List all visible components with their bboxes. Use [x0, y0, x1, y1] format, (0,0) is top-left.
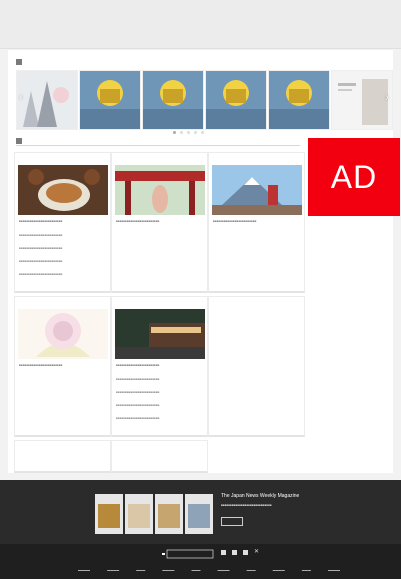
arrow-next-icon[interactable]: › — [382, 92, 392, 104]
footer-link[interactable]: ▬▬▬▬ — [162, 568, 174, 572]
card-lead-text[interactable]: ■■■■■■■■■■■■■■■■■■■■■■■■ — [19, 219, 107, 223]
section-divider — [16, 145, 300, 146]
carousel-slide[interactable] — [205, 70, 267, 130]
footer-link[interactable]: ▬▬▬ — [247, 568, 256, 572]
footer-link[interactable]: ▬▬▬ — [136, 568, 145, 572]
twitter-icon[interactable] — [232, 550, 237, 555]
footer-link[interactable]: ▬▬▬▬ — [107, 568, 119, 572]
carousel-dot[interactable] — [200, 131, 204, 134]
category-card[interactable] — [208, 296, 305, 437]
slide-image — [206, 71, 266, 129]
footer-link[interactable]: ▬▬▬ — [191, 568, 200, 572]
site-logo[interactable] — [162, 549, 214, 561]
subscribe-title: The Japan News Weekly Magazine — [221, 493, 300, 499]
footer-link[interactable]: ▬▬▬▬ — [218, 568, 230, 572]
card-item[interactable]: ■■■■■■■■■■■■■■■■■■■■■■■■ — [19, 259, 107, 263]
card-lead-text[interactable]: ■■■■■■■■■■■■■■■■■■■■■■■■ — [213, 219, 301, 223]
carousel-slide[interactable] — [79, 70, 141, 130]
category-card[interactable]: ■■■■■■■■■■■■■■■■■■■■■■■■ ■■■■■■■■■■■■■■■… — [14, 152, 111, 293]
carousel-dot[interactable] — [193, 131, 197, 134]
instagram-icon[interactable] — [243, 550, 248, 555]
footer-nav: ▬▬▬▬ ▬▬▬▬ ▬▬▬ ▬▬▬▬ ▬▬▬ ▬▬▬▬ ▬▬▬ ▬▬▬▬ ▬▬▬… — [78, 568, 340, 572]
magazine-cover[interactable] — [155, 494, 183, 534]
x-icon[interactable]: ✕ — [254, 549, 259, 555]
card-lead-text[interactable]: ■■■■■■■■■■■■■■■■■■■■■■■■ — [116, 363, 204, 367]
magazine-cover[interactable] — [185, 494, 213, 534]
card-item[interactable]: ■■■■■■■■■■■■■■■■■■■■■■■■ — [116, 390, 204, 394]
advertisement-banner[interactable]: AD — [308, 138, 400, 216]
category-card[interactable]: ■■■■■■■■■■■■■■■■■■■■■■■■ — [208, 152, 305, 293]
category-card[interactable]: ■■■■■■■■■■■■■■■■■■■■■■■■ — [14, 296, 111, 437]
footer-link[interactable]: ▬▬▬▬ — [328, 568, 340, 572]
slide-image — [269, 71, 329, 129]
magazine-cover[interactable] — [95, 494, 123, 534]
social-links: ✕ — [221, 549, 259, 555]
carousel-slide[interactable] — [268, 70, 330, 130]
subscribe-button[interactable] — [221, 517, 243, 526]
magazine-cover[interactable] — [125, 494, 153, 534]
card-item[interactable]: ■■■■■■■■■■■■■■■■■■■■■■■■ — [116, 377, 204, 381]
card-image[interactable] — [18, 165, 108, 215]
subscribe-description: ■■■■■■■■■■■■■■■■■■■■■■■■■■■■ — [221, 503, 272, 507]
card-lead-text[interactable]: ■■■■■■■■■■■■■■■■■■■■■■■■ — [116, 219, 204, 223]
footer-link[interactable]: ▬▬▬▬ — [78, 568, 90, 572]
card-item[interactable]: ■■■■■■■■■■■■■■■■■■■■■■■■ — [19, 233, 107, 237]
card-image[interactable] — [18, 309, 108, 359]
card-item[interactable]: ■■■■■■■■■■■■■■■■■■■■■■■■ — [19, 272, 107, 276]
card-item[interactable]: ■■■■■■■■■■■■■■■■■■■■■■■■ — [19, 246, 107, 250]
carousel-dot[interactable] — [179, 131, 183, 134]
carousel-pagination — [128, 131, 248, 135]
card-item[interactable]: ■■■■■■■■■■■■■■■■■■■■■■■■ — [116, 403, 204, 407]
card-item[interactable]: ■■■■■■■■■■■■■■■■■■■■■■■■ — [116, 416, 204, 420]
card-image[interactable] — [212, 165, 302, 215]
slide-image — [143, 71, 203, 129]
slide-image — [17, 71, 77, 129]
carousel-slide[interactable] — [142, 70, 204, 130]
japan-news-logo — [162, 549, 214, 559]
category-card[interactable] — [111, 440, 208, 473]
facebook-icon[interactable] — [221, 550, 226, 555]
footer-link[interactable]: ▬▬▬▬ — [273, 568, 285, 572]
categories-section-tag — [16, 138, 22, 144]
category-card[interactable]: ■■■■■■■■■■■■■■■■■■■■■■■■ — [111, 152, 208, 293]
carousel-dot[interactable] — [172, 131, 176, 134]
category-card[interactable] — [14, 440, 111, 473]
site-header-bar — [0, 0, 401, 49]
magazine-subscribe-band — [0, 480, 401, 544]
featured-section-tag — [16, 59, 22, 65]
card-image[interactable] — [115, 165, 205, 215]
featured-carousel[interactable]: ‹ › — [16, 70, 393, 130]
footer-link[interactable]: ▬▬▬ — [302, 568, 311, 572]
carousel-dot[interactable] — [186, 131, 190, 134]
card-lead-text[interactable]: ■■■■■■■■■■■■■■■■■■■■■■■■ — [19, 363, 107, 367]
slide-image — [80, 71, 140, 129]
card-image[interactable] — [115, 309, 205, 359]
category-card[interactable]: ■■■■■■■■■■■■■■■■■■■■■■■■ ■■■■■■■■■■■■■■■… — [111, 296, 208, 437]
arrow-prev-icon[interactable]: ‹ — [16, 92, 26, 104]
